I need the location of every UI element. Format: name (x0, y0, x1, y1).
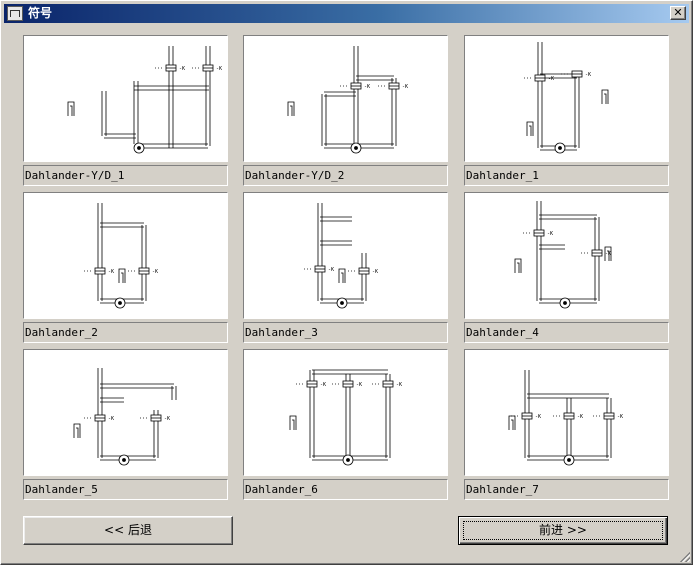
svg-text:-K: -K (372, 269, 378, 275)
window-title: 符号 (28, 6, 53, 20)
close-button[interactable]: ✕ (670, 6, 686, 20)
svg-text:-K: -K (364, 84, 370, 90)
back-button-label: << 后退 (104, 523, 152, 537)
symbol-thumbnail[interactable]: -K -K (464, 35, 669, 162)
symbol-thumbnail[interactable]: -K -K (23, 349, 228, 476)
focus-rect (463, 521, 663, 540)
symbol-label[interactable]: Dahlander-Y/D_2 (243, 165, 448, 186)
circuit-diagram-icon: -K -K (67, 46, 222, 154)
svg-text:-K: -K (152, 269, 158, 275)
svg-text:-K: -K (164, 416, 170, 422)
svg-text:-K: -K (548, 76, 554, 82)
circuit-diagram-icon: -K -K (514, 201, 612, 309)
svg-text:-K: -K (320, 382, 326, 388)
svg-text:-K: -K (108, 269, 114, 275)
svg-text:-K: -K (216, 66, 222, 72)
symbol-thumbnail[interactable]: -K -K (23, 35, 228, 162)
symbol-label[interactable]: Dahlander_7 (464, 479, 669, 500)
svg-text:-K: -K (617, 414, 623, 420)
symbol-thumbnail[interactable]: -K -K -K (243, 349, 448, 476)
svg-text:-K: -K (179, 66, 185, 72)
symbol-label[interactable]: Dahlander_3 (243, 322, 448, 343)
symbol-label[interactable]: Dahlander_4 (464, 322, 669, 343)
symbol-label[interactable]: Dahlander_2 (23, 322, 228, 343)
title-bar[interactable]: 符号 ✕ (4, 4, 689, 23)
symbol-thumbnail[interactable]: -K -K (243, 192, 448, 319)
svg-text:-K: -K (396, 382, 402, 388)
symbol-label[interactable]: Dahlander_1 (464, 165, 669, 186)
circuit-diagram-icon: -K -K (524, 42, 609, 154)
svg-text:-K: -K (328, 267, 334, 273)
circuit-diagram-icon: -K -K (287, 46, 408, 154)
symbol-thumbnail[interactable]: -K -K (243, 35, 448, 162)
symbol-thumbnail[interactable]: -K -K -K (464, 349, 669, 476)
svg-text:-K: -K (402, 84, 408, 90)
symbol-label[interactable]: Dahlander_5 (23, 479, 228, 500)
circuit-diagram-icon: -K -K -K (508, 370, 623, 466)
svg-text:-K: -K (605, 251, 611, 257)
symbol-thumbnail[interactable]: -K -K (23, 192, 228, 319)
circuit-diagram-icon: -K -K (73, 368, 177, 466)
symbol-dialog: 符号 ✕ -K -K Dahlander-Y/D_1 -K -K Dahlander-Y/… (0, 0, 693, 565)
resize-grip-icon[interactable] (678, 550, 690, 562)
circuit-diagram-icon: -K -K -K (289, 369, 402, 466)
close-icon: ✕ (673, 6, 683, 19)
symbol-thumbnail[interactable]: -K -K (464, 192, 669, 319)
svg-text:-K: -K (108, 416, 114, 422)
svg-text:-K: -K (585, 72, 591, 78)
svg-text:-K: -K (577, 414, 583, 420)
symbol-label[interactable]: Dahlander_6 (243, 479, 448, 500)
symbol-label[interactable]: Dahlander-Y/D_1 (23, 165, 228, 186)
back-button[interactable]: << 后退 (23, 516, 233, 545)
svg-text:-K: -K (356, 382, 362, 388)
circuit-diagram-icon: -K -K (84, 203, 158, 309)
svg-text:-K: -K (535, 414, 541, 420)
next-button[interactable]: 前进 >> (458, 516, 668, 545)
svg-text:-K: -K (547, 231, 553, 237)
app-icon (7, 6, 23, 21)
circuit-diagram-icon: -K -K (304, 203, 378, 309)
